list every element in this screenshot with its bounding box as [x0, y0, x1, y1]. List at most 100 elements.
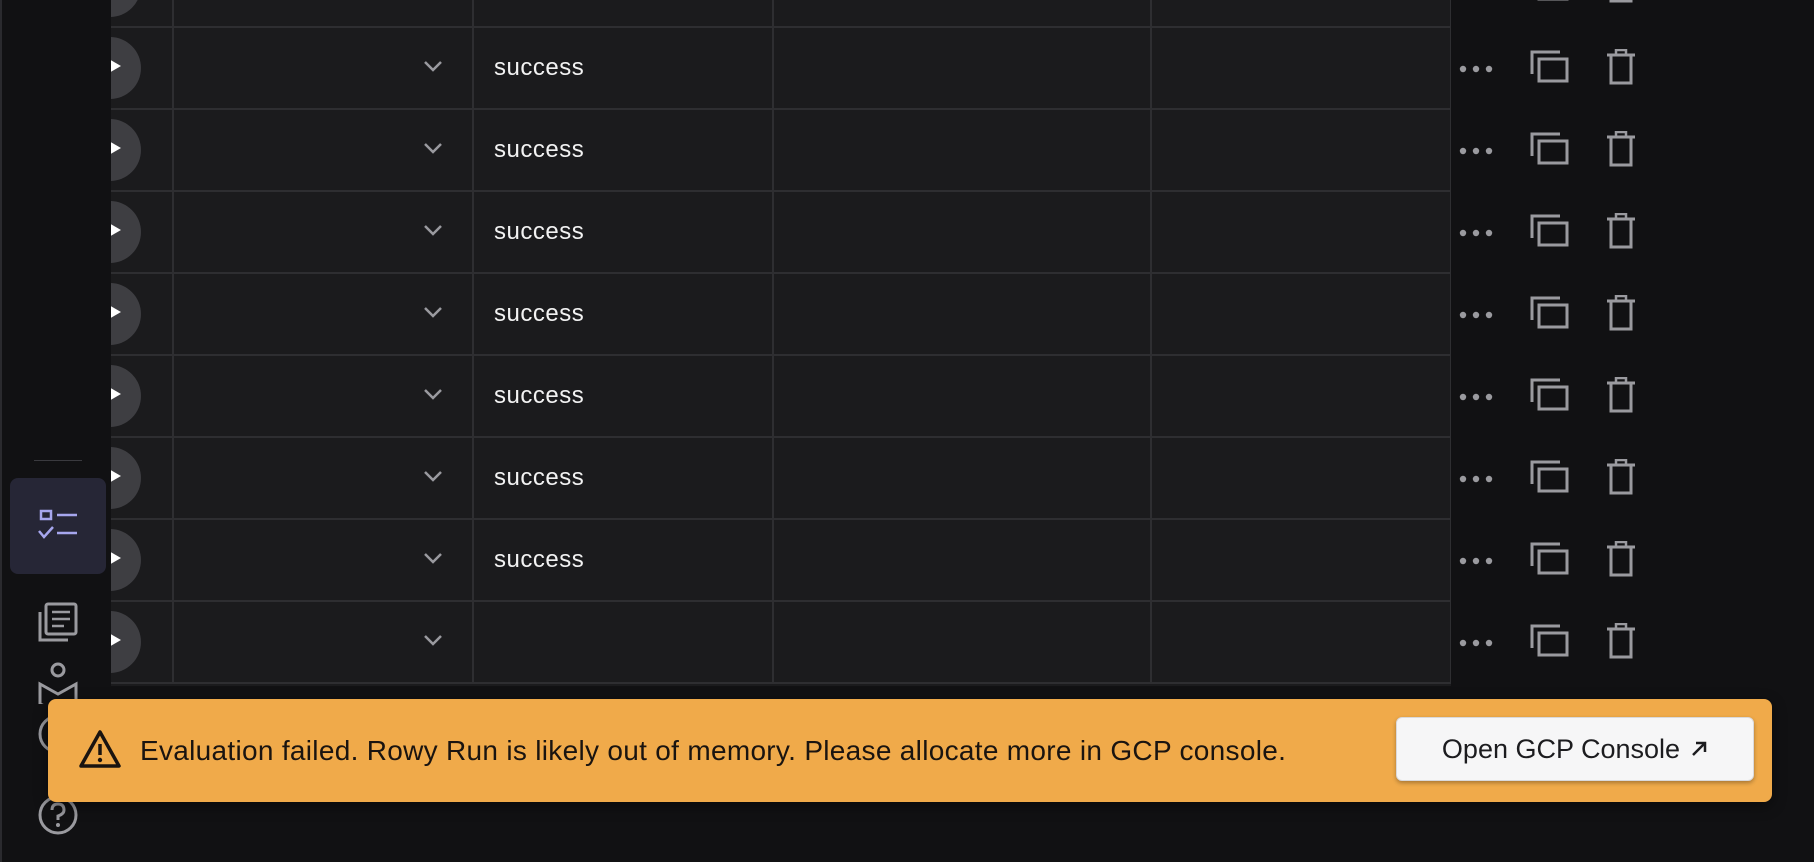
- table-cell[interactable]: [1152, 28, 1451, 108]
- table-cell[interactable]: [774, 356, 1152, 436]
- table-cell[interactable]: [774, 192, 1152, 272]
- delete-row-button[interactable]: [1597, 291, 1645, 339]
- chevron-down-icon[interactable]: [422, 305, 444, 324]
- run-button[interactable]: [111, 201, 141, 263]
- more-actions-button[interactable]: [1452, 619, 1500, 667]
- run-button[interactable]: [111, 37, 141, 99]
- table-cell[interactable]: [774, 438, 1152, 518]
- status-cell[interactable]: success: [474, 28, 774, 108]
- delete-row-button[interactable]: [1597, 0, 1645, 11]
- run-cell: [111, 356, 174, 436]
- duplicate-row-button[interactable]: [1526, 373, 1574, 421]
- more-actions-button[interactable]: [1452, 127, 1500, 175]
- select-cell[interactable]: [174, 110, 474, 190]
- more-icon: [1459, 470, 1493, 488]
- run-button[interactable]: [111, 365, 141, 427]
- table-row: success: [111, 356, 1451, 438]
- open-gcp-console-button[interactable]: Open GCP Console: [1396, 717, 1754, 781]
- delete-row-button[interactable]: [1597, 127, 1645, 175]
- delete-row-button[interactable]: [1597, 455, 1645, 503]
- table-cell[interactable]: [1152, 0, 1451, 26]
- status-cell[interactable]: success: [474, 356, 774, 436]
- duplicate-icon: [1530, 378, 1570, 417]
- more-actions-button[interactable]: [1452, 455, 1500, 503]
- row-actions: [1452, 520, 1682, 602]
- chevron-down-icon[interactable]: [422, 141, 444, 160]
- more-actions-button[interactable]: [1452, 537, 1500, 585]
- delete-row-button[interactable]: [1597, 45, 1645, 93]
- sidebar-item-learning[interactable]: [10, 644, 106, 704]
- table-cell[interactable]: [774, 602, 1152, 682]
- chevron-down-icon[interactable]: [422, 387, 444, 406]
- data-table: success success success success success succe…: [111, 0, 1451, 686]
- duplicate-row-button[interactable]: [1526, 291, 1574, 339]
- run-cell: [111, 520, 174, 600]
- app-root: success success success success success succe…: [0, 0, 1814, 862]
- run-cell: [111, 274, 174, 354]
- chevron-down-icon[interactable]: [422, 551, 444, 570]
- status-cell[interactable]: success: [474, 110, 774, 190]
- run-button[interactable]: [111, 119, 141, 181]
- run-button[interactable]: [111, 447, 141, 509]
- sidebar-item-checklist[interactable]: [10, 478, 106, 574]
- table-cell[interactable]: [1152, 192, 1451, 272]
- status-cell[interactable]: [474, 0, 774, 26]
- more-actions-button[interactable]: [1452, 209, 1500, 257]
- delete-row-button[interactable]: [1597, 209, 1645, 257]
- duplicate-icon: [1530, 214, 1570, 253]
- play-icon: [111, 544, 123, 577]
- chevron-down-icon[interactable]: [422, 223, 444, 242]
- chevron-down-icon[interactable]: [422, 633, 444, 652]
- run-button[interactable]: [111, 529, 141, 591]
- select-cell[interactable]: [174, 192, 474, 272]
- external-link-icon: [1690, 740, 1708, 758]
- table-cell[interactable]: [1152, 520, 1451, 600]
- table-cell[interactable]: [774, 520, 1152, 600]
- duplicate-row-button[interactable]: [1526, 209, 1574, 257]
- duplicate-row-button[interactable]: [1526, 45, 1574, 93]
- select-cell[interactable]: [174, 602, 474, 682]
- status-cell[interactable]: success: [474, 520, 774, 600]
- delete-row-button[interactable]: [1597, 619, 1645, 667]
- status-cell[interactable]: [474, 602, 774, 682]
- duplicate-row-button[interactable]: [1526, 127, 1574, 175]
- chevron-down-icon[interactable]: [422, 469, 444, 488]
- table-cell[interactable]: [774, 110, 1152, 190]
- select-cell[interactable]: [174, 0, 474, 26]
- select-cell[interactable]: [174, 274, 474, 354]
- duplicate-row-button[interactable]: [1526, 0, 1574, 11]
- select-cell[interactable]: [174, 356, 474, 436]
- table-cell[interactable]: [774, 274, 1152, 354]
- run-button[interactable]: [111, 0, 141, 17]
- duplicate-row-button[interactable]: [1526, 455, 1574, 503]
- table-cell[interactable]: [1152, 356, 1451, 436]
- play-icon: [111, 626, 123, 659]
- status-cell[interactable]: success: [474, 192, 774, 272]
- more-icon: [1459, 552, 1493, 570]
- duplicate-row-button[interactable]: [1526, 537, 1574, 585]
- run-button[interactable]: [111, 611, 141, 673]
- chevron-down-icon[interactable]: [422, 59, 444, 78]
- status-cell[interactable]: success: [474, 438, 774, 518]
- table-cell[interactable]: [1152, 602, 1451, 682]
- delete-row-button[interactable]: [1597, 537, 1645, 585]
- more-actions-button[interactable]: [1452, 45, 1500, 93]
- duplicate-row-button[interactable]: [1526, 619, 1574, 667]
- table-cell[interactable]: [774, 0, 1152, 26]
- table-cell[interactable]: [1152, 438, 1451, 518]
- delete-icon: [1606, 0, 1636, 8]
- select-cell[interactable]: [174, 438, 474, 518]
- table-cell[interactable]: [774, 28, 1152, 108]
- delete-row-button[interactable]: [1597, 373, 1645, 421]
- run-button[interactable]: [111, 283, 141, 345]
- more-actions-button[interactable]: [1452, 373, 1500, 421]
- more-actions-button[interactable]: [1452, 0, 1500, 11]
- delete-icon: [1606, 458, 1636, 500]
- table-cell[interactable]: [1152, 110, 1451, 190]
- table-row: success: [111, 28, 1451, 110]
- table-cell[interactable]: [1152, 274, 1451, 354]
- select-cell[interactable]: [174, 28, 474, 108]
- status-cell[interactable]: success: [474, 274, 774, 354]
- select-cell[interactable]: [174, 520, 474, 600]
- more-actions-button[interactable]: [1452, 291, 1500, 339]
